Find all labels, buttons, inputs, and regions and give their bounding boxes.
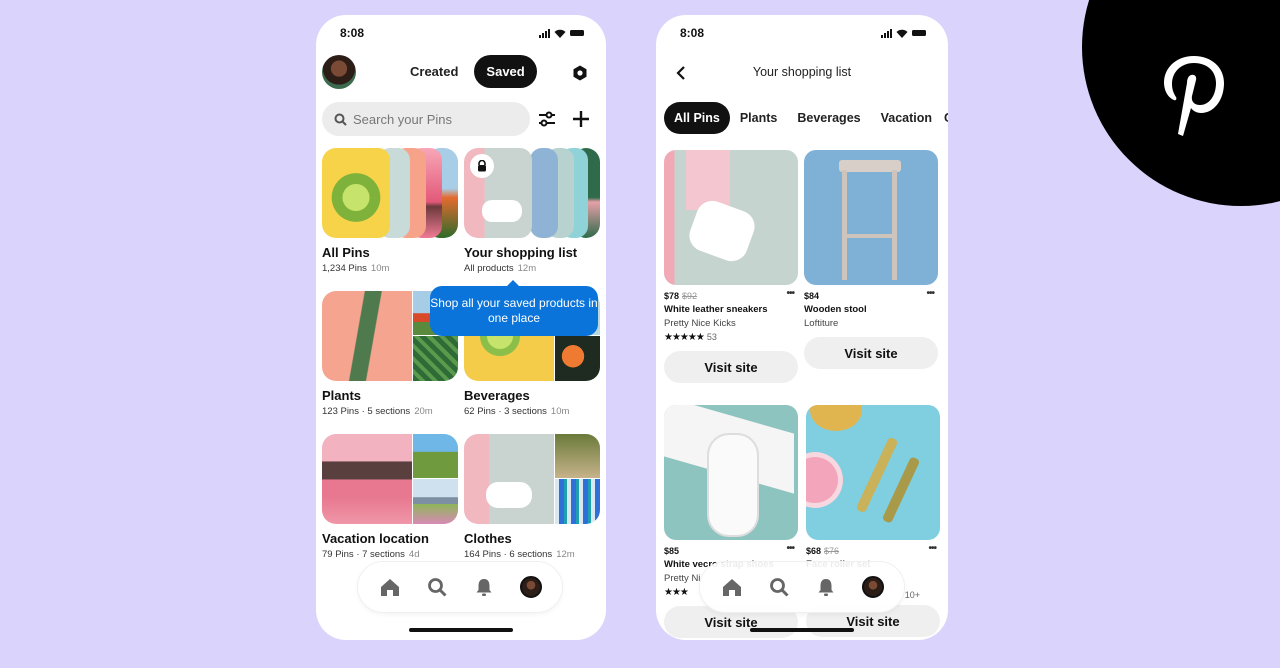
pin-price: $68: [806, 546, 822, 556]
status-bar: 8:08: [680, 25, 926, 41]
home-indicator: [409, 628, 513, 632]
board-cover-image: [322, 434, 412, 524]
visit-site-button[interactable]: Visit site: [804, 337, 938, 369]
battery-icon: [570, 30, 584, 36]
pin-name: White leather sneakers: [664, 304, 768, 315]
chip-beverages[interactable]: Beverages: [787, 102, 870, 134]
chip-clothes-truncated[interactable]: C: [942, 102, 948, 134]
shopping-list-tooltip[interactable]: Shop all your saved products in one plac…: [430, 280, 598, 336]
wifi-icon: [896, 29, 908, 38]
profile-tabs: Created Saved: [400, 55, 537, 88]
pin-price: $78: [664, 291, 680, 301]
search-icon[interactable]: [426, 576, 448, 598]
filter-chips: All Pins Plants Beverages Vacation C: [664, 102, 948, 134]
board-title: Your shopping list: [464, 245, 578, 260]
pin-image[interactable]: [664, 405, 798, 540]
search-pins-field[interactable]: [322, 102, 530, 136]
profile-avatar[interactable]: [861, 576, 884, 598]
profile-avatar[interactable]: [322, 55, 356, 89]
board-meta: 79 Pins · 7 sections: [322, 549, 405, 560]
board-cover-image: [464, 434, 554, 524]
pin-price: $84: [804, 291, 820, 301]
more-options-icon[interactable]: •••: [786, 288, 794, 299]
filter-icon[interactable]: [538, 110, 556, 128]
board-meta: 1,234 Pins: [322, 263, 367, 274]
search-input[interactable]: [353, 111, 513, 127]
board-age: 20m: [414, 406, 433, 417]
profile-avatar[interactable]: [519, 576, 542, 598]
board-age: 10m: [550, 406, 570, 417]
wifi-icon: [554, 29, 566, 38]
pin-brand: Loftiture: [804, 318, 839, 329]
phone-saved-boards: 8:08 Created Saved A: [316, 15, 606, 640]
board-all-pins[interactable]: All Pins 1,234 Pins 10m: [322, 148, 458, 274]
more-options-icon[interactable]: •••: [786, 543, 794, 554]
search-icon[interactable]: [768, 576, 790, 598]
product-pin[interactable]: $78 $92 ••• White leather sneakers Pretty…: [664, 150, 798, 383]
signal-icon: [881, 28, 892, 38]
more-options-icon[interactable]: •••: [926, 288, 934, 299]
board-age: 12m: [556, 549, 575, 560]
status-bar: 8:08: [340, 25, 584, 41]
board-meta: 123 Pins · 5 sections: [322, 406, 411, 417]
board-title: Plants: [322, 388, 362, 403]
board-age: 10m: [370, 263, 390, 274]
star-rating-icon: ★★★: [664, 587, 689, 598]
pin-price: $85: [664, 546, 680, 556]
board-vacation-location[interactable]: Vacation location 79 Pins · 7 sections 4d: [322, 434, 458, 560]
lock-icon: [470, 154, 494, 178]
product-pin[interactable]: $84 ••• Wooden stool Loftiture Visit sit…: [804, 150, 938, 369]
bell-icon[interactable]: [473, 576, 495, 598]
visit-site-button[interactable]: Visit site: [664, 351, 798, 383]
signal-icon: [539, 28, 550, 38]
chip-plants[interactable]: Plants: [730, 102, 788, 134]
board-cover: [322, 148, 458, 238]
tab-saved[interactable]: Saved: [474, 55, 537, 88]
rating-count: 10+: [904, 590, 920, 600]
pin-old-price: $76: [824, 546, 840, 556]
pin-name: Wooden stool: [804, 304, 867, 315]
phone-shopping-list: 8:08 Your shopping list All Pins Plants …: [656, 15, 948, 640]
pin-image[interactable]: [664, 150, 798, 285]
board-age: 4d: [408, 549, 420, 560]
pinterest-logo-icon: [1164, 56, 1224, 136]
board-shopping-list[interactable]: Your shopping list All products 12m: [464, 148, 600, 274]
rating-count: 53: [706, 332, 717, 342]
pin-old-price: $92: [682, 291, 698, 301]
battery-icon: [912, 30, 926, 36]
board-title: Clothes: [464, 531, 512, 546]
gear-icon[interactable]: [572, 65, 588, 81]
home-icon[interactable]: [721, 576, 743, 598]
bottom-nav: [358, 562, 562, 612]
pin-image[interactable]: [804, 150, 938, 285]
board-meta: 62 Pins · 3 sections: [464, 406, 547, 417]
board-cover-image: [322, 291, 412, 381]
board-title: Vacation location: [322, 531, 429, 546]
more-options-icon[interactable]: •••: [928, 543, 936, 554]
search-icon: [334, 113, 347, 126]
board-meta: 164 Pins · 6 sections: [464, 549, 553, 560]
bottom-nav: [700, 562, 904, 612]
status-time: 8:08: [340, 26, 365, 40]
chip-all-pins[interactable]: All Pins: [664, 102, 730, 134]
bell-icon[interactable]: [815, 576, 837, 598]
board-age: 12m: [517, 263, 537, 274]
star-rating-icon: ★★★★★: [664, 332, 705, 343]
plus-icon[interactable]: [571, 109, 591, 129]
board-clothes[interactable]: Clothes 164 Pins · 6 sections 12m: [464, 434, 600, 560]
board-title: All Pins: [322, 245, 370, 260]
board-meta: All products: [464, 263, 514, 274]
home-indicator: [750, 628, 854, 632]
board-title: Beverages: [464, 388, 530, 403]
pin-image[interactable]: [806, 405, 940, 540]
board-cover-image: [322, 148, 390, 238]
pin-brand: Pretty Nice Kicks: [664, 318, 736, 329]
status-time: 8:08: [680, 26, 705, 40]
page-title: Your shopping list: [752, 65, 852, 79]
home-icon[interactable]: [379, 576, 401, 598]
tab-created[interactable]: Created: [400, 55, 468, 88]
chip-vacation[interactable]: Vacation: [871, 102, 942, 134]
